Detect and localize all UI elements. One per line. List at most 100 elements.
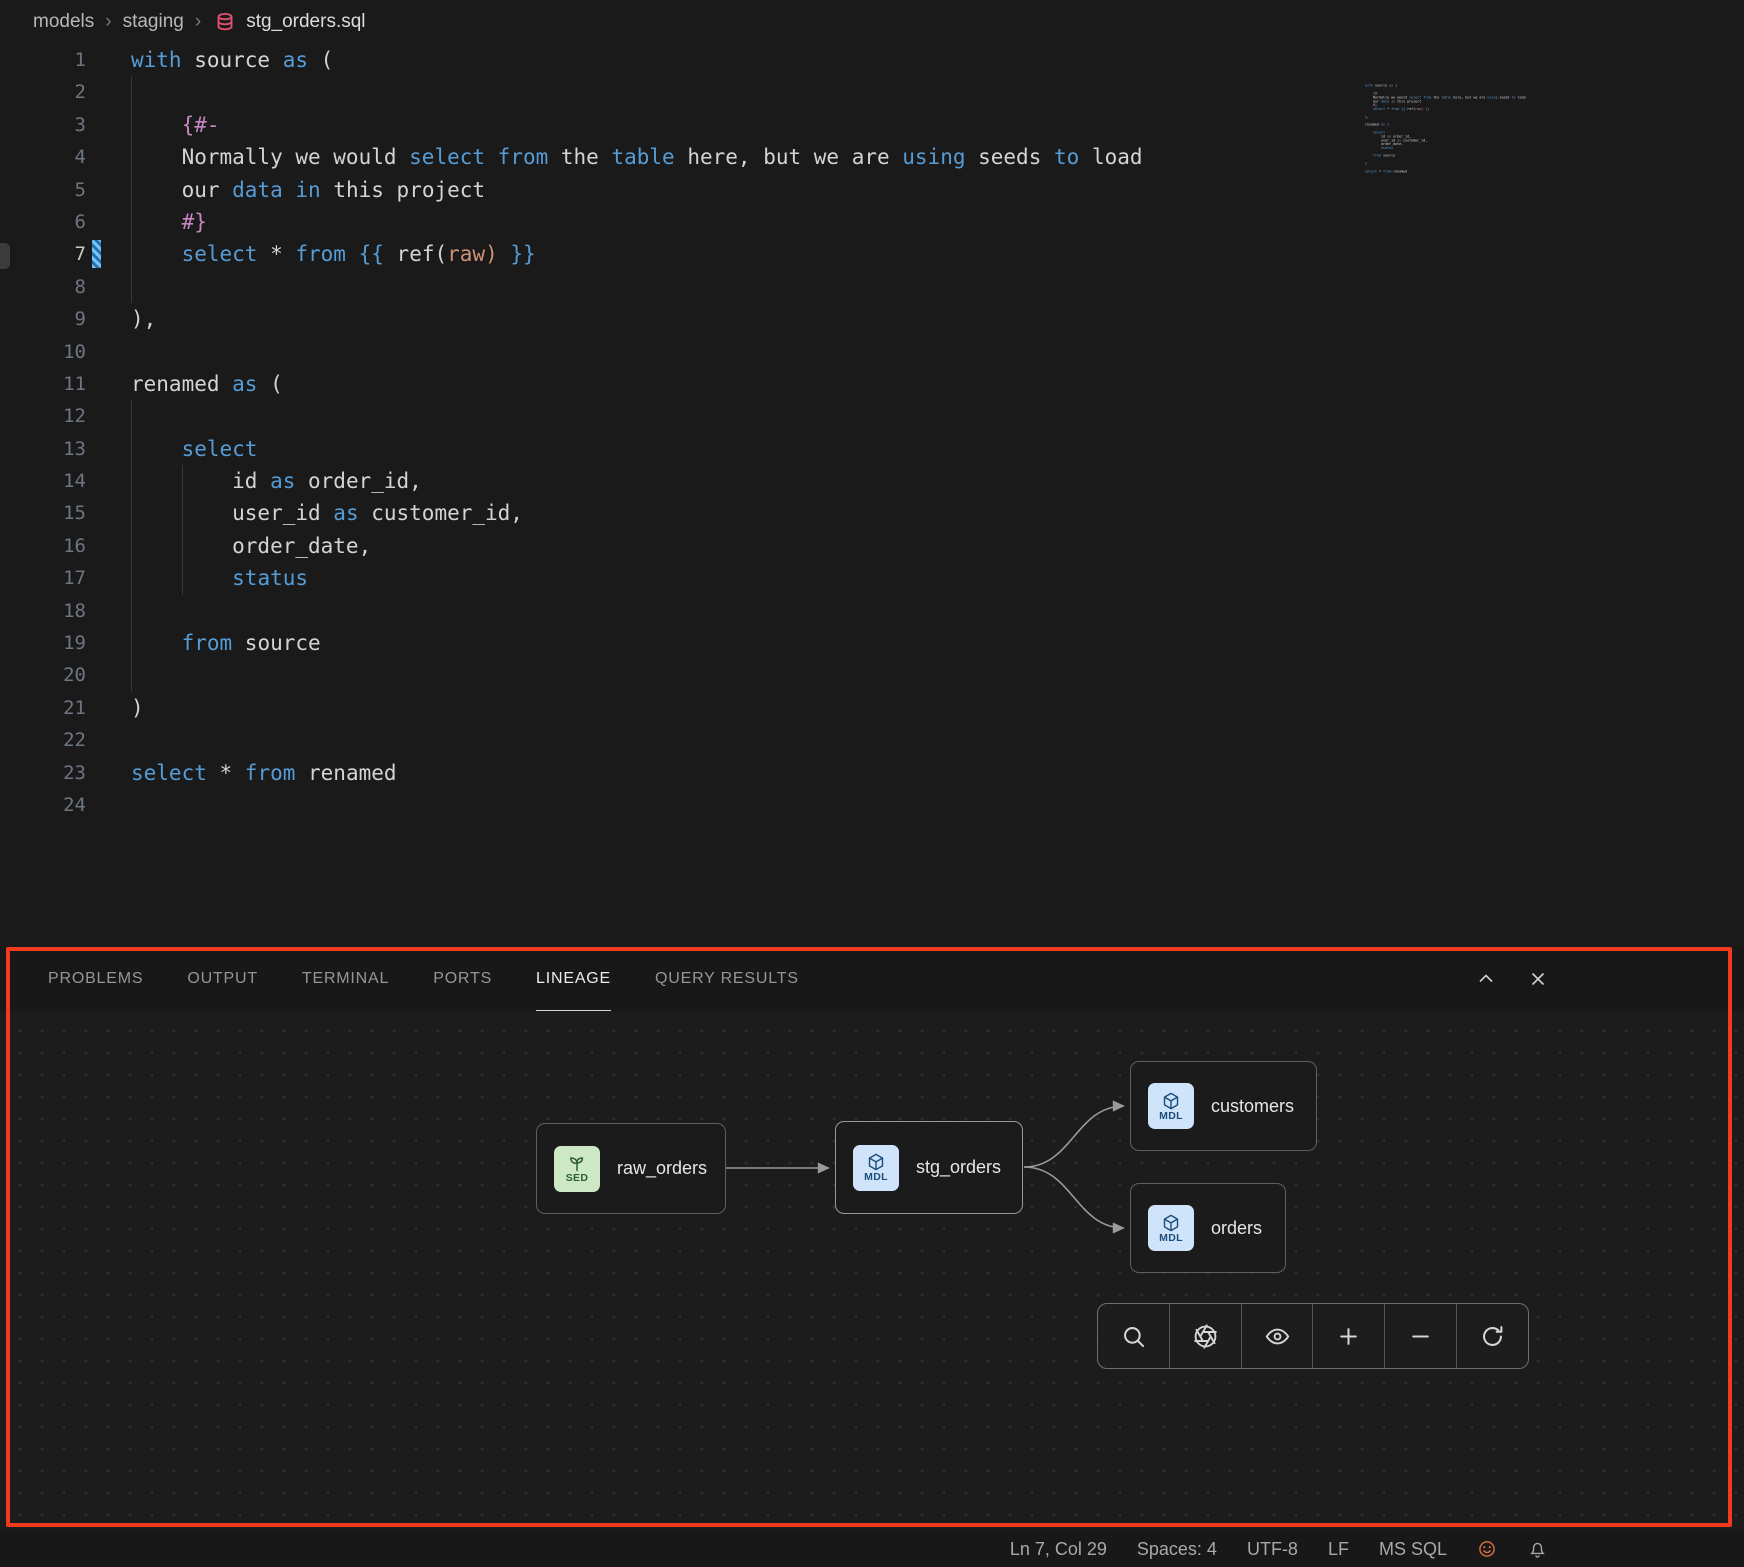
code-line[interactable]: 13 select [0,433,1744,465]
code-content: select * from renamed [86,757,397,789]
zoom-out-button[interactable] [1385,1304,1457,1368]
line-number[interactable]: 18 [0,595,86,627]
panel-tab-lineage[interactable]: LINEAGE [536,947,611,1011]
lineage-node-stg_orders[interactable]: MDLstg_orders [835,1121,1023,1214]
status-items: Ln 7, Col 29 Spaces: 4 UTF-8 LF MS SQL [1010,1539,1447,1560]
code-line[interactable]: 18 [0,595,1744,627]
code-content: #} [86,206,207,238]
code-content [86,595,131,627]
code-line[interactable]: 20 [0,659,1744,691]
code-line[interactable]: 23select * from renamed [0,757,1744,789]
status-indentation[interactable]: Spaces: 4 [1137,1539,1217,1560]
code-line[interactable]: 17 status [0,562,1744,594]
panel-tab-terminal[interactable]: TERMINAL [302,947,389,1011]
line-number[interactable]: 23 [0,757,86,789]
code-line[interactable]: 11renamed as ( [0,368,1744,400]
feedback-smiley-icon[interactable] [1477,1539,1497,1559]
model-icon: MDL [1148,1083,1194,1129]
close-icon [1526,967,1550,991]
code-content: {#- [86,109,220,141]
search-button[interactable] [1098,1304,1170,1368]
line-number[interactable]: 17 [0,562,86,594]
panel-maximize-button[interactable] [1472,965,1500,993]
refresh-button[interactable] [1457,1304,1528,1368]
panel-tabs: PROBLEMS OUTPUT TERMINAL PORTS LINEAGE QUERY … [48,947,799,1011]
aperture-button[interactable] [1170,1304,1242,1368]
code-content [86,659,131,691]
code-line[interactable]: 14 id as order_id, [0,465,1744,497]
panel-tab-ports[interactable]: PORTS [433,947,492,1011]
zoom-in-button[interactable] [1313,1304,1385,1368]
line-number[interactable]: 1 [0,44,86,76]
line-number[interactable]: 21 [0,692,86,724]
minimap-content: with source as ( {#- Normally we would s… [1365,84,1541,177]
breadcrumb-item-file[interactable]: stg_orders.sql [246,11,365,33]
panel-tab-output[interactable]: OUTPUT [187,947,258,1011]
node-type-badge: MDL [864,1172,888,1183]
line-number[interactable]: 22 [0,724,86,756]
edge-stg-orders-to-customers [1024,1106,1124,1167]
line-number[interactable]: 4 [0,141,86,173]
code-content [86,400,131,432]
status-cursor-position[interactable]: Ln 7, Col 29 [1010,1539,1107,1560]
line-number[interactable]: 24 [0,789,86,821]
status-encoding[interactable]: UTF-8 [1247,1539,1298,1560]
line-number[interactable]: 13 [0,433,86,465]
node-type-badge: MDL [1159,1233,1183,1244]
code-editor[interactable]: 1with source as (23 {#-4 Normally we wou… [0,44,1744,947]
breadcrumb-item-models[interactable]: models [33,11,94,33]
lineage-node-customers[interactable]: MDLcustomers [1130,1061,1317,1151]
line-number[interactable]: 11 [0,368,86,400]
panel-tab-problems[interactable]: PROBLEMS [48,947,143,1011]
code-content: with source as ( [86,44,333,76]
line-number[interactable]: 14 [0,465,86,497]
code-line[interactable]: 12 [0,400,1744,432]
node-type-badge: SED [566,1173,589,1184]
eye-button[interactable] [1242,1304,1314,1368]
code-line[interactable]: 10 [0,336,1744,368]
line-number[interactable]: 15 [0,497,86,529]
status-bar: Ln 7, Col 29 Spaces: 4 UTF-8 LF MS SQL [0,1531,1744,1567]
breadcrumb-item-staging[interactable]: staging [123,11,184,33]
code-line[interactable]: 8 [0,271,1744,303]
code-content: select [86,433,257,465]
line-number[interactable]: 20 [0,659,86,691]
code-line[interactable]: 15 user_id as customer_id, [0,497,1744,529]
bottom-panel: PROBLEMS OUTPUT TERMINAL PORTS LINEAGE QUERY … [0,947,1744,1531]
lineage-edges [0,1011,1744,1531]
code-line[interactable]: 7 select * from {{ ref(raw) }} [0,238,1744,270]
status-eol[interactable]: LF [1328,1539,1349,1560]
model-icon: MDL [1148,1205,1194,1251]
line-number[interactable]: 19 [0,627,86,659]
code-line[interactable]: 16 order_date, [0,530,1744,562]
panel-close-button[interactable] [1524,965,1552,993]
code-line[interactable]: 24 [0,789,1744,821]
line-number[interactable]: 7 [0,238,86,270]
code-line[interactable]: 6 #} [0,206,1744,238]
line-number[interactable]: 3 [0,109,86,141]
line-number[interactable]: 12 [0,400,86,432]
breadcrumb: models › staging › stg_orders.sql [0,0,1744,44]
lineage-canvas[interactable]: SEDraw_ordersMDLstg_ordersMDLcustomersMD… [0,1011,1744,1531]
code-line[interactable]: 9), [0,303,1744,335]
line-number[interactable]: 5 [0,174,86,206]
lineage-node-raw_orders[interactable]: SEDraw_orders [536,1123,726,1214]
lineage-node-orders[interactable]: MDLorders [1130,1183,1286,1273]
line-number[interactable]: 8 [0,271,86,303]
code-line[interactable]: 19 from source [0,627,1744,659]
line-number[interactable]: 2 [0,76,86,108]
status-language-mode[interactable]: MS SQL [1379,1539,1447,1560]
minimap[interactable]: with source as ( {#- Normally we would s… [1365,84,1541,196]
code-content: Normally we would select from the table … [86,141,1143,173]
left-edge-handle [0,243,10,269]
line-number[interactable]: 6 [0,206,86,238]
code-line[interactable]: 22 [0,724,1744,756]
panel-tab-query-results[interactable]: QUERY RESULTS [655,947,799,1011]
code-content: select * from {{ ref(raw) }} [86,238,536,270]
code-line[interactable]: 21) [0,692,1744,724]
line-number[interactable]: 9 [0,303,86,335]
line-number[interactable]: 10 [0,336,86,368]
bell-icon[interactable] [1527,1539,1548,1560]
code-line[interactable]: 1with source as ( [0,44,1744,76]
line-number[interactable]: 16 [0,530,86,562]
